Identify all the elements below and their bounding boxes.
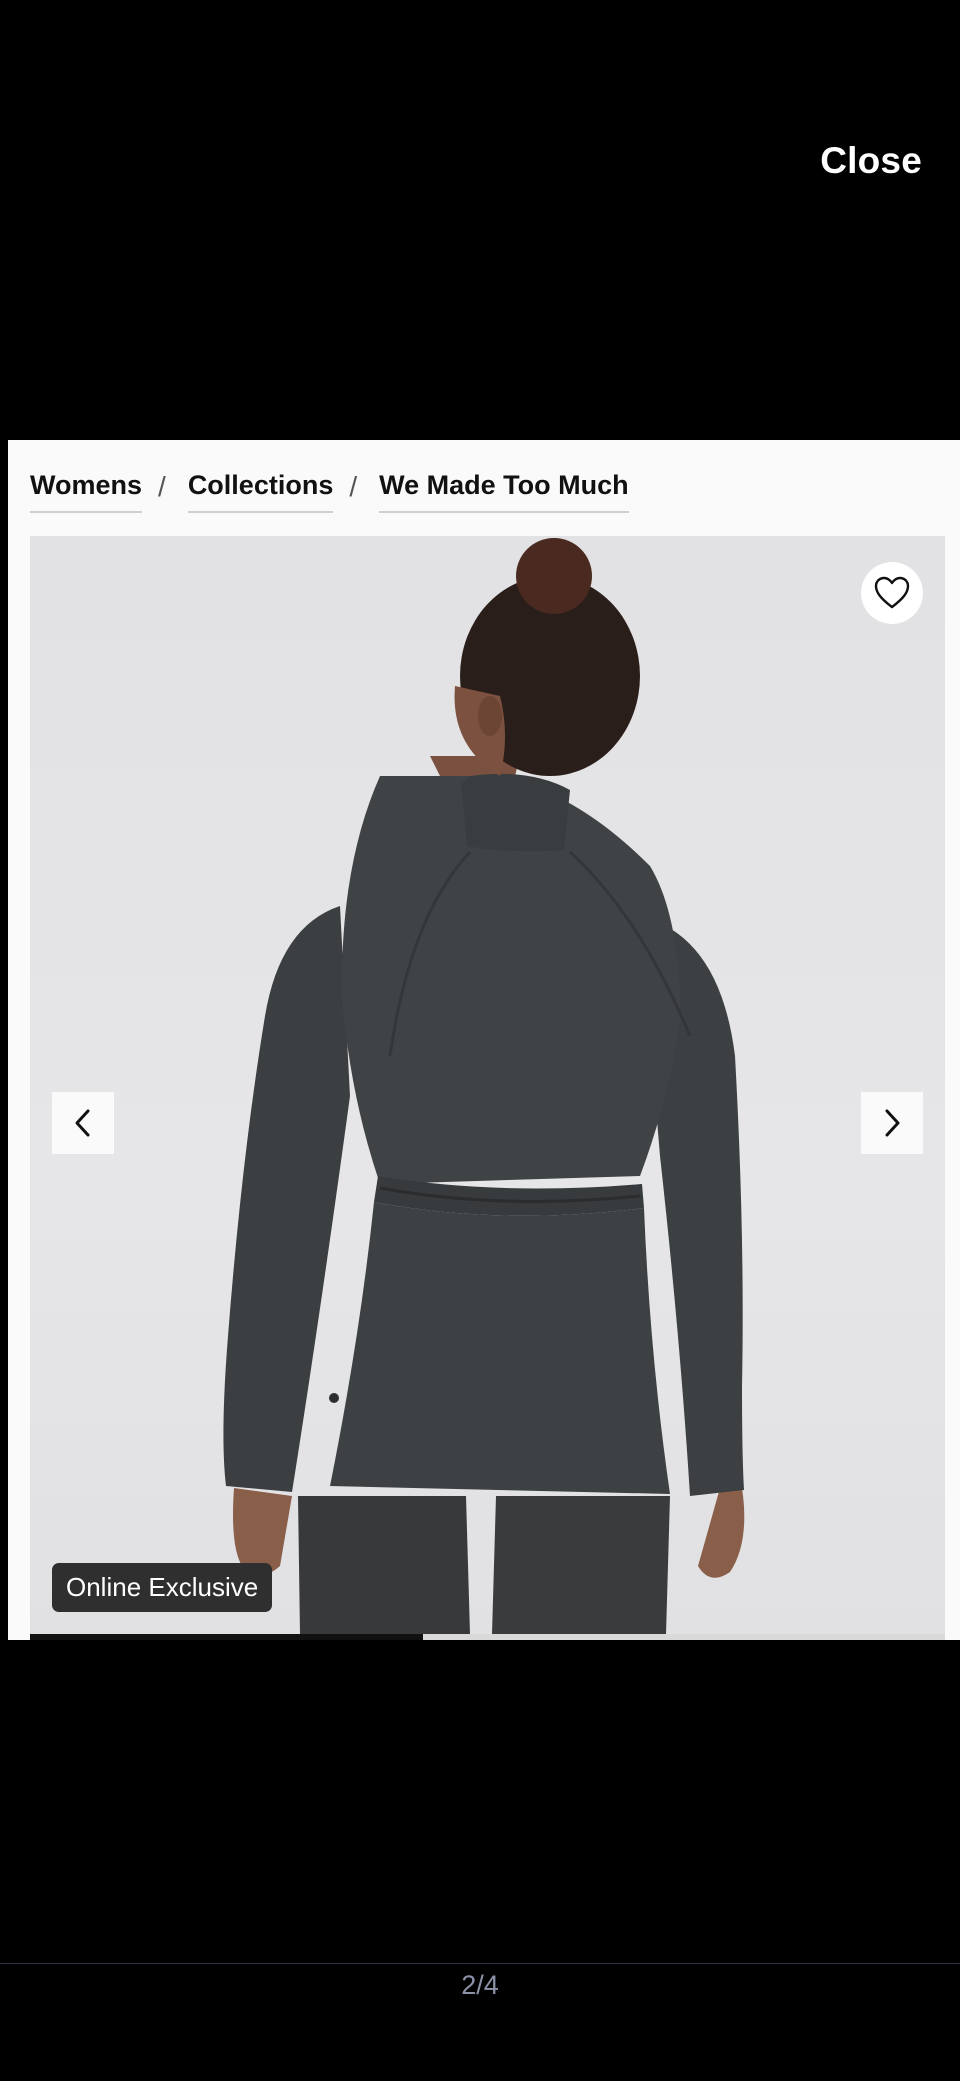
next-image-button[interactable] <box>861 1092 923 1154</box>
breadcrumb-separator: / <box>349 470 358 502</box>
chevron-left-icon <box>75 1109 90 1137</box>
wishlist-button[interactable] <box>861 562 923 624</box>
chevron-right-icon <box>885 1109 900 1137</box>
heart-icon <box>874 576 910 609</box>
breadcrumb-we-made-too-much[interactable]: We Made Too Much <box>379 470 629 513</box>
breadcrumb-collections[interactable]: Collections <box>187 470 334 513</box>
breadcrumb: Womens / Collections / We Made Too Much <box>30 470 629 513</box>
divider <box>0 1963 960 1964</box>
gallery-progress-bar <box>30 1634 945 1640</box>
breadcrumb-separator: / <box>158 470 166 502</box>
breadcrumb-womens[interactable]: Womens <box>30 470 143 513</box>
gallery-progress-fill <box>30 1634 424 1640</box>
online-exclusive-badge: Online Exclusive <box>52 1563 273 1612</box>
product-image <box>223 538 745 1634</box>
previous-image-button[interactable] <box>52 1092 114 1154</box>
close-button[interactable]: Close <box>820 140 922 182</box>
product-panel: Womens / Collections / We Made Too Much <box>8 440 960 1640</box>
image-counter: 2/4 <box>461 1970 499 2000</box>
product-image-gallery[interactable]: Online Exclusive <box>30 536 945 1634</box>
